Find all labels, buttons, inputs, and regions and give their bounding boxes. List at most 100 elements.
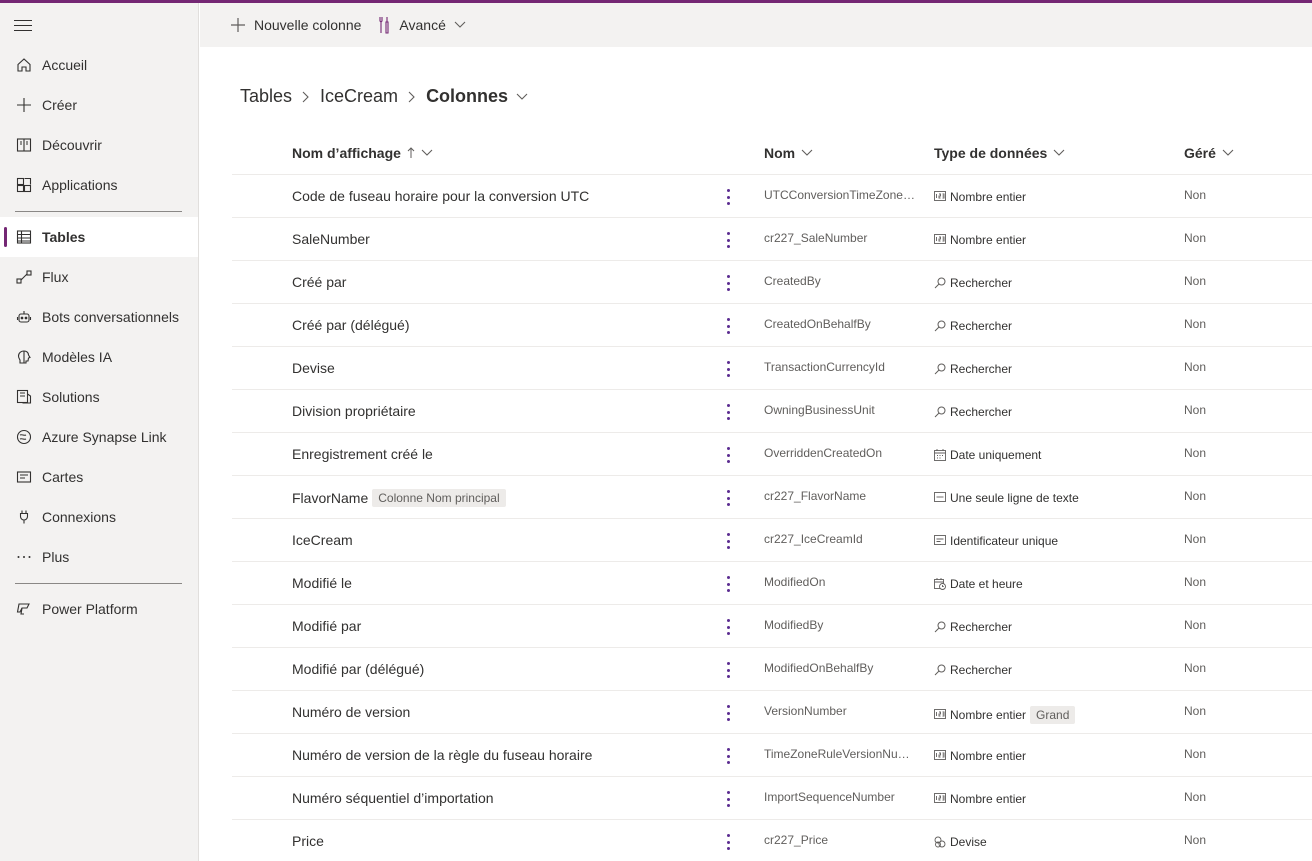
more-options-icon[interactable]: [724, 660, 732, 680]
sidebar-item-tables[interactable]: Tables: [0, 217, 198, 257]
sidebar-item-modeles-ia[interactable]: Modèles IA: [0, 337, 198, 377]
sidebar-item-decouvrir[interactable]: Découvrir: [0, 125, 198, 165]
lookup-icon: [934, 406, 946, 418]
column-display-name[interactable]: Price: [292, 833, 324, 849]
more-options-icon[interactable]: [724, 832, 732, 852]
column-display-name[interactable]: Division propriétaire: [292, 403, 416, 419]
sidebar-item-cartes[interactable]: Cartes: [0, 457, 198, 497]
table-row[interactable]: Numéro séquentiel d’importation ImportSeq…: [232, 777, 1312, 820]
more-options-icon[interactable]: [724, 746, 732, 766]
plug-icon: [15, 508, 33, 526]
column-data-type: Rechercher: [934, 362, 1012, 376]
data-type-text: Devise: [950, 835, 987, 849]
table-row[interactable]: SaleNumber cr227_SaleNumber Nombre entier N…: [232, 218, 1312, 261]
table-row[interactable]: Devise TransactionCurrencyId Rechercher Non: [232, 347, 1312, 390]
column-data-type: Nombre entier: [934, 190, 1026, 204]
table-row[interactable]: Division propriétaire OwningBusinessUnit R…: [232, 390, 1312, 433]
sidebar-item-azure-synapse-link[interactable]: Azure Synapse Link: [0, 417, 198, 457]
more-options-icon[interactable]: [724, 789, 732, 809]
advanced-button[interactable]: Avancé: [377, 16, 466, 34]
table-row[interactable]: Créé par CreatedBy Rechercher Non: [232, 261, 1312, 304]
column-managed: Non: [1184, 188, 1207, 202]
column-display-name[interactable]: Modifié le: [292, 575, 352, 591]
more-options-icon[interactable]: [724, 531, 732, 551]
more-options-icon[interactable]: [724, 316, 732, 336]
sidebar-item-flux[interactable]: Flux: [0, 257, 198, 297]
column-display-name[interactable]: Enregistrement créé le: [292, 446, 433, 462]
column-display-name[interactable]: IceCream: [292, 532, 353, 548]
display-name-text: Modifié le: [292, 575, 352, 591]
column-logical-name: TimeZoneRuleVersionNum...: [764, 747, 916, 761]
more-options-icon[interactable]: [724, 488, 732, 508]
hamburger-menu-icon[interactable]: [14, 20, 32, 32]
sidebar-item-plus[interactable]: Plus: [0, 537, 198, 577]
column-display-name[interactable]: Numéro de version de la règle du fuseau …: [292, 747, 592, 763]
more-options-icon[interactable]: [724, 703, 732, 723]
calendar-icon: [934, 449, 946, 461]
column-data-type: Identificateur unique: [934, 534, 1058, 548]
display-name-text: Code de fuseau horaire pour la conversio…: [292, 188, 590, 204]
column-logical-name: UTCConversionTimeZoneC...: [764, 188, 916, 202]
sidebar-item-applications[interactable]: Applications: [0, 165, 198, 205]
more-options-icon[interactable]: [724, 273, 732, 293]
column-display-name[interactable]: Modifié par: [292, 618, 361, 634]
table-icon: [15, 228, 33, 246]
data-type-text: Nombre entier: [950, 233, 1027, 247]
sidebar-item-label: Tables: [42, 229, 86, 245]
column-display-name[interactable]: Modifié par (délégué): [292, 661, 424, 677]
column-display-name[interactable]: Créé par: [292, 274, 346, 290]
column-data-type: Date et heure: [934, 577, 1023, 591]
chevron-down-icon[interactable]: [516, 93, 528, 101]
column-logical-name: CreatedOnBehalfBy: [764, 317, 871, 331]
sidebar-item-power-platform[interactable]: Power Platform: [0, 589, 198, 629]
more-options-icon[interactable]: [724, 187, 732, 207]
more-options-icon[interactable]: [724, 617, 732, 637]
sidebar-item-bots[interactable]: Bots conversationnels: [0, 297, 198, 337]
display-name-text: SaleNumber: [292, 231, 370, 247]
column-display-name[interactable]: Créé par (délégué): [292, 317, 410, 333]
column-data-type: Une seule ligne de texte: [934, 491, 1079, 505]
more-options-icon[interactable]: [724, 359, 732, 379]
header-name[interactable]: Nom: [764, 145, 813, 161]
column-display-name[interactable]: SaleNumber: [292, 231, 370, 247]
header-data-type[interactable]: Type de données: [934, 145, 1065, 161]
table-row[interactable]: FlavorName Colonne Nom principal cr227_Fla…: [232, 476, 1312, 519]
column-display-name[interactable]: FlavorName Colonne Nom principal: [292, 489, 506, 507]
breadcrumb-tables[interactable]: Tables: [240, 86, 292, 107]
sidebar-item-accueil[interactable]: Accueil: [0, 45, 198, 85]
table-row[interactable]: Price cr227_Price Devise Non: [232, 820, 1312, 861]
table-row[interactable]: Numéro de version de la règle du fuseau …: [232, 734, 1312, 777]
more-options-icon[interactable]: [724, 230, 732, 250]
lookup-icon: [934, 320, 946, 332]
column-display-name[interactable]: Numéro de version: [292, 704, 410, 720]
header-managed[interactable]: Géré: [1184, 145, 1234, 161]
new-column-button[interactable]: Nouvelle colonne: [230, 17, 361, 33]
column-data-type: Nombre entier: [934, 233, 1026, 247]
more-options-icon[interactable]: [724, 402, 732, 422]
table-row[interactable]: Code de fuseau horaire pour la conversio…: [232, 175, 1312, 218]
table-row[interactable]: Enregistrement créé le OverriddenCreatedO…: [232, 433, 1312, 476]
columns-grid: Nom d’affichage Nom Type de données Géré…: [232, 131, 1312, 861]
header-display-name[interactable]: Nom d’affichage: [292, 145, 433, 161]
table-row[interactable]: Créé par (délégué) CreatedOnBehalfBy Reche…: [232, 304, 1312, 347]
sort-ascending-icon: [407, 147, 415, 159]
column-display-name[interactable]: Code de fuseau horaire pour la conversio…: [292, 188, 589, 204]
display-name-text: FlavorName: [292, 490, 369, 506]
more-options-icon[interactable]: [724, 445, 732, 465]
column-display-name[interactable]: Devise: [292, 360, 335, 376]
sidebar-item-connexions[interactable]: Connexions: [0, 497, 198, 537]
more-options-icon[interactable]: [724, 574, 732, 594]
sidebar-item-label: Modèles IA: [42, 349, 113, 365]
table-row[interactable]: Modifié le ModifiedOn Date et heure Non: [232, 562, 1312, 605]
header-label: Type de données: [934, 145, 1048, 161]
table-row[interactable]: Modifié par (délégué) ModifiedOnBehalfBy R…: [232, 648, 1312, 691]
sidebar-item-creer[interactable]: Créer: [0, 85, 198, 125]
table-row[interactable]: IceCream cr227_IceCreamId Identificateur u…: [232, 519, 1312, 562]
column-display-name[interactable]: Numéro séquentiel d’importation: [292, 790, 494, 806]
column-managed: Non: [1184, 704, 1207, 718]
breadcrumb-icecream[interactable]: IceCream: [320, 86, 398, 107]
sidebar-item-solutions[interactable]: Solutions: [0, 377, 198, 417]
table-row[interactable]: Numéro de version VersionNumber Nombre ent…: [232, 691, 1312, 734]
table-row[interactable]: Modifié par ModifiedBy Rechercher Non: [232, 605, 1312, 648]
grid-body: Code de fuseau horaire pour la conversio…: [232, 175, 1312, 861]
